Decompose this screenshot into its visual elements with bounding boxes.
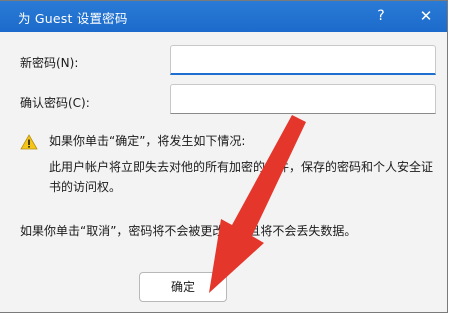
ok-button[interactable]: 确定 xyxy=(139,272,227,302)
confirm-password-field[interactable] xyxy=(170,84,436,114)
warning-line-2: 书的访问权。 xyxy=(49,180,122,194)
dialog-title: 为 Guest 设置密码 xyxy=(18,11,128,26)
new-password-field[interactable] xyxy=(170,45,436,75)
warning-heading: 如果你单击“确定”，将发生如下情况: xyxy=(49,134,246,148)
new-password-label: 新密码(N): xyxy=(20,56,79,70)
warning-line-1: 此用户帐户将立即失去对他的所有加密的文件，保存的密码和个人安全证 xyxy=(49,160,434,174)
cancel-note: 如果你单击“取消”，密码将不会被更改，并且将不会丢失数据。 xyxy=(20,224,357,238)
close-icon[interactable]: ✕ xyxy=(410,5,442,27)
warning-triangle-icon xyxy=(20,134,38,150)
set-password-dialog: 为 Guest 设置密码 ? ✕ 新密码(N): 确认密码(C): 如果你单击“… xyxy=(0,0,448,313)
help-icon[interactable]: ? xyxy=(370,5,392,27)
dialog-titlebar: 为 Guest 设置密码 ? ✕ xyxy=(0,1,447,32)
confirm-password-label: 确认密码(C): xyxy=(20,96,90,110)
